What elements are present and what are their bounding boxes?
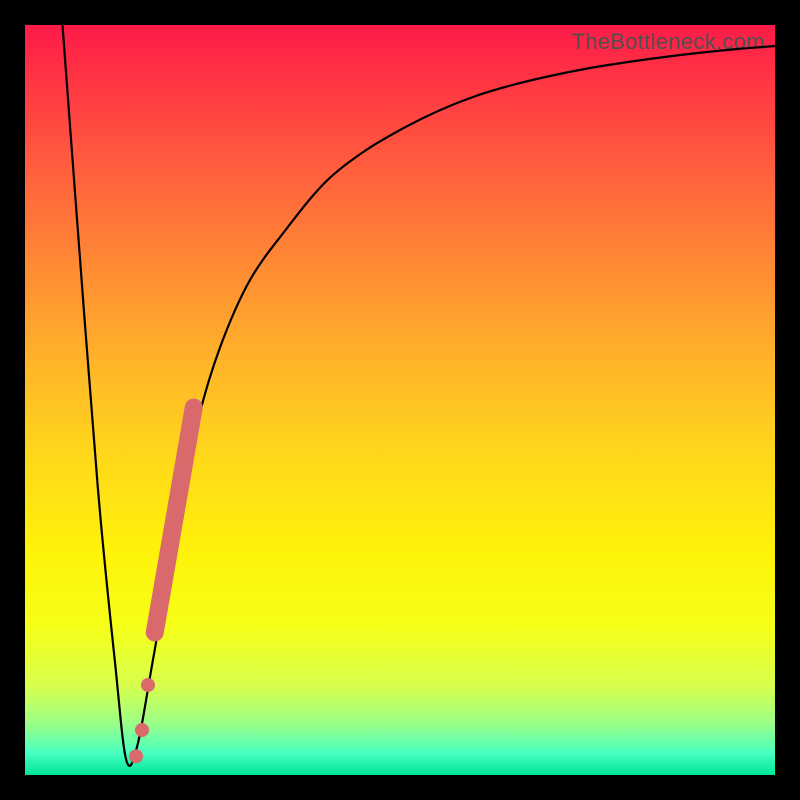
- chart-frame: TheBottleneck.com: [0, 0, 800, 800]
- highlight-dot: [129, 749, 143, 763]
- highlight-dot: [135, 723, 149, 737]
- highlight-dot: [141, 678, 155, 692]
- chart-svg: [25, 25, 775, 775]
- plot-area: TheBottleneck.com: [25, 25, 775, 775]
- highlight-segment: [155, 408, 194, 633]
- curve-line: [63, 25, 776, 766]
